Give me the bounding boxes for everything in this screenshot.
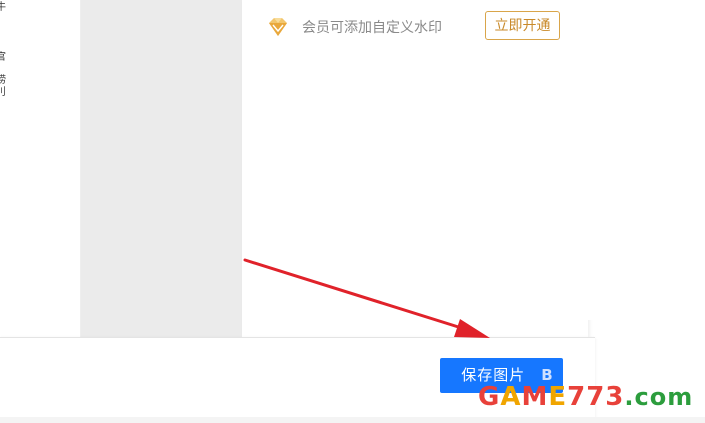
open-membership-button[interactable]: 立即开通 bbox=[485, 11, 560, 40]
preview-column bbox=[81, 0, 242, 338]
vip-notice: 会员可添加自定义水印 bbox=[266, 12, 442, 42]
left-panel: 牛 官 捞 刂 bbox=[0, 0, 81, 338]
screenshot-canvas: 牛 官 捞 刂 会员可添加自定义水印 立即开通 保存图片 B GAME773.co… bbox=[0, 0, 705, 423]
diamond-icon bbox=[269, 18, 287, 36]
left-text-fragment: 刂 bbox=[0, 87, 6, 98]
vip-notice-text: 会员可添加自定义水印 bbox=[302, 20, 442, 36]
site-watermark-logo: GAME773.com bbox=[478, 382, 694, 412]
left-text-fragment: 官 bbox=[0, 52, 6, 63]
right-margin bbox=[588, 0, 705, 320]
bottom-shadow bbox=[0, 417, 705, 423]
left-text-fragment: 牛 bbox=[0, 2, 6, 13]
left-text-fragment: 捞 bbox=[0, 75, 6, 86]
watermark-settings-card bbox=[242, 0, 588, 338]
